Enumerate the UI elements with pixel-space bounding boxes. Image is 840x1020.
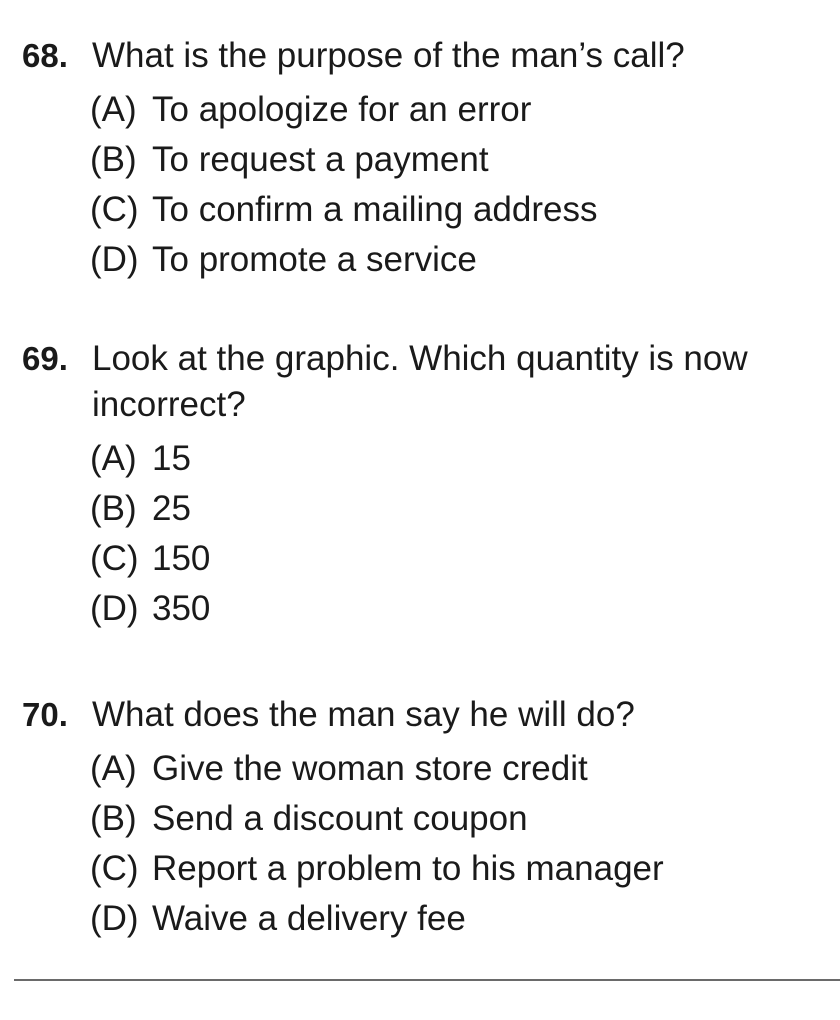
option-c: (C) Report a problem to his manager <box>0 844 840 894</box>
question-number: 68. <box>22 37 68 74</box>
option-d: (D) Waive a delivery fee <box>0 894 840 944</box>
answer-options: (A) To apologize for an error (B) To reque… <box>0 85 840 285</box>
option-text: Send a discount coupon <box>152 799 528 838</box>
option-text: To confirm a mailing address <box>152 190 598 229</box>
option-text: 25 <box>152 489 191 528</box>
option-letter: (C) <box>90 539 139 578</box>
question-stem: 70. What does the man say he will do? <box>0 692 840 738</box>
option-letter: (D) <box>90 899 139 938</box>
option-letter: (A) <box>90 749 137 788</box>
option-letter: (A) <box>90 439 137 478</box>
option-d: (D) To promote a service <box>0 235 840 285</box>
answer-options: (A) 15 (B) 25 (C) 150 (D) 350 <box>0 434 840 634</box>
option-c: (C) 150 <box>0 534 840 584</box>
option-text: Report a problem to his manager <box>152 849 664 888</box>
answer-options: (A) Give the woman store credit (B) Send a… <box>0 744 840 944</box>
question-68: 68. What is the purpose of the man’s cal… <box>0 33 840 285</box>
option-letter: (B) <box>90 799 137 838</box>
option-text: To apologize for an error <box>152 90 532 129</box>
option-d: (D) 350 <box>0 584 840 634</box>
option-a: (A) To apologize for an error <box>0 85 840 135</box>
option-letter: (C) <box>90 849 139 888</box>
option-b: (B) Send a discount coupon <box>0 794 840 844</box>
option-text: To promote a service <box>152 240 477 279</box>
question-number: 69. <box>22 340 68 377</box>
option-text: 15 <box>152 439 191 478</box>
question-text: What is the purpose of the man’s call? <box>92 36 685 75</box>
option-c: (C) To confirm a mailing address <box>0 185 840 235</box>
option-text: 150 <box>152 539 211 578</box>
option-letter: (D) <box>90 589 139 628</box>
question-69: 69. Look at the graphic. Which quantity … <box>0 336 840 634</box>
option-b: (B) To request a payment <box>0 135 840 185</box>
option-letter: (B) <box>90 140 137 179</box>
question-text: Look at the graphic. Which quantity is n… <box>92 339 748 424</box>
question-70: 70. What does the man say he will do? (A… <box>0 692 840 944</box>
option-letter: (D) <box>90 240 139 279</box>
option-text: 350 <box>152 589 211 628</box>
option-a: (A) 15 <box>0 434 840 484</box>
question-stem: 68. What is the purpose of the man’s cal… <box>0 33 840 79</box>
option-letter: (B) <box>90 489 137 528</box>
option-text: Waive a delivery fee <box>152 899 466 938</box>
question-stem: 69. Look at the graphic. Which quantity … <box>0 336 840 428</box>
option-letter: (A) <box>90 90 137 129</box>
question-text: What does the man say he will do? <box>92 695 635 734</box>
option-a: (A) Give the woman store credit <box>0 744 840 794</box>
option-letter: (C) <box>90 190 139 229</box>
bottom-divider <box>14 979 840 981</box>
option-b: (B) 25 <box>0 484 840 534</box>
question-number: 70. <box>22 696 68 733</box>
option-text: Give the woman store credit <box>152 749 588 788</box>
option-text: To request a payment <box>152 140 489 179</box>
